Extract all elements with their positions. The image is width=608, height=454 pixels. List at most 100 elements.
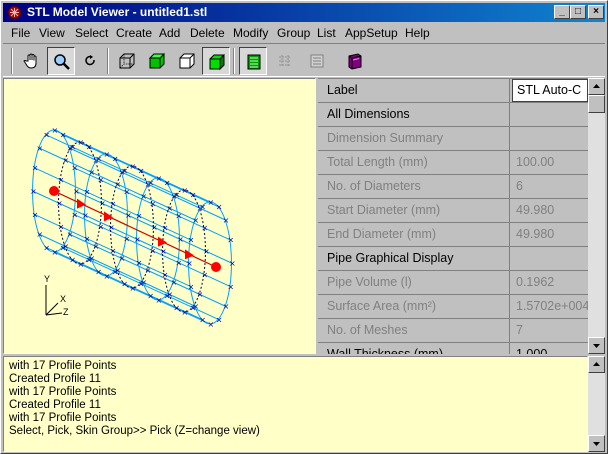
menu-select[interactable]: Select (75, 26, 108, 40)
mesh-tool-button[interactable] (271, 47, 299, 75)
property-label: Surface Area (mm²) (318, 295, 510, 318)
profile-point-marker: × (201, 270, 208, 279)
profile-point-marker: × (190, 191, 197, 200)
profile-point-marker: × (69, 143, 76, 152)
profile-point-marker: × (199, 315, 206, 324)
profile-point-marker: × (58, 176, 65, 185)
property-row[interactable]: Pipe Graphical Display (318, 247, 588, 271)
profile-point-marker: × (114, 266, 121, 275)
profile-point-marker: × (229, 259, 236, 268)
profile-point-marker: × (140, 192, 147, 201)
profile-point-marker: × (201, 224, 208, 233)
console-scrollbar[interactable] (588, 356, 605, 452)
help-book-button[interactable] (341, 47, 369, 75)
menu-help[interactable]: Help (405, 26, 430, 40)
list-tool-button[interactable] (303, 47, 331, 75)
profile-point-marker: × (192, 302, 199, 311)
property-row[interactable]: Start Diameter (mm) 49.980 (318, 199, 588, 223)
scroll-up-button[interactable] (588, 78, 605, 95)
property-value: 49.980 (516, 203, 555, 217)
property-row[interactable]: No. of Diameters 6 (318, 175, 588, 199)
property-row[interactable]: All Dimensions (318, 103, 588, 127)
profile-point-marker: × (32, 164, 39, 173)
profile-point-marker: × (71, 164, 78, 173)
profile-point-marker: × (78, 260, 85, 269)
close-button[interactable]: × (588, 5, 604, 19)
menu-create[interactable]: Create (116, 26, 152, 40)
menu-modify[interactable]: Modify (233, 26, 268, 40)
direction-arrow (104, 211, 113, 222)
rotate-tool-button[interactable] (77, 47, 105, 75)
profile-point-marker: × (95, 267, 102, 276)
profile-point-marker: × (175, 258, 182, 267)
profile-point-marker: × (208, 198, 215, 207)
output-console[interactable]: with 17 Profile Points Created Profile 1… (3, 356, 588, 452)
pan-tool-button[interactable] (18, 47, 46, 75)
property-value: 1.000 (516, 347, 548, 354)
profile-point-marker: × (52, 126, 59, 135)
property-row[interactable]: No. of Meshes 7 (318, 319, 588, 343)
profile-point-marker: × (182, 308, 189, 317)
table-view-button[interactable] (239, 47, 267, 75)
property-row[interactable]: End Diameter (mm) 49.980 (318, 223, 588, 247)
property-header-value[interactable]: STL Auto-C (512, 79, 588, 102)
property-row[interactable]: Total Length (mm) 100.00 (318, 151, 588, 175)
wireframe-view-button[interactable] (113, 47, 141, 75)
maximize-button[interactable]: □ (570, 5, 586, 19)
property-row[interactable]: Pipe Volume (l) 0.1962 (318, 271, 588, 295)
solid-view-button[interactable] (143, 47, 171, 75)
toolbar-grip (11, 48, 13, 74)
menu-add[interactable]: Add (159, 26, 180, 40)
property-value: 100.00 (516, 155, 555, 169)
profile-point-marker: × (188, 282, 195, 291)
console-line: Created Profile 11 (9, 373, 101, 385)
title-bar[interactable]: STL Model Viewer - untitled1.stl _ □ × (3, 3, 605, 22)
outline-view-button[interactable] (173, 47, 201, 75)
profile-point-marker: × (36, 144, 43, 153)
profile-point-marker: × (208, 320, 215, 329)
direction-arrow (158, 236, 167, 247)
menu-delete[interactable]: Delete (190, 26, 225, 40)
profile-point-marker: × (82, 211, 89, 220)
pipe-wireframe-model[interactable]: ××××××××××××××××××××××××××××××××××××××××… (4, 79, 315, 353)
profile-point-marker: × (171, 278, 178, 287)
property-row[interactable]: Wall Thickness (mm) 1.000 (318, 343, 588, 354)
scroll-thumb[interactable] (588, 95, 605, 113)
property-header-label: Label (318, 79, 510, 102)
profile-point-marker: × (32, 210, 39, 219)
shaded-view-button[interactable] (202, 47, 230, 75)
profile-point-marker: × (130, 284, 137, 293)
model-viewport[interactable]: × × × × × × × × × × × × × × × × × × × × × × × × × × × × × × × × × × × × × × × ×… (3, 78, 316, 354)
profile-point-marker: × (60, 131, 67, 140)
scroll-down-button[interactable] (588, 337, 605, 354)
profile-point-marker: × (93, 242, 100, 251)
profile-point-marker: × (216, 315, 223, 324)
zoom-tool-button[interactable] (47, 47, 75, 75)
property-scrollbar[interactable] (588, 78, 605, 354)
property-value (512, 127, 588, 150)
toolbar (3, 43, 605, 77)
profile-point-marker: × (43, 243, 50, 252)
property-row[interactable]: Surface Area (mm²) 1.5702e+004 (318, 295, 588, 319)
profile-point-marker: × (149, 200, 156, 209)
profile-point-marker: × (164, 179, 171, 188)
profile-point-marker: × (69, 255, 76, 264)
table-icon (247, 54, 261, 70)
profile-point-marker: × (62, 156, 69, 165)
console-scroll-up-button[interactable] (588, 356, 605, 373)
property-row[interactable]: Dimension Summary (318, 127, 588, 151)
profile-point-marker: × (177, 235, 184, 244)
property-label: Dimension Summary (318, 127, 510, 150)
console-scroll-down-button[interactable] (588, 435, 605, 452)
profile-point-marker: × (182, 186, 189, 195)
profile-point-marker: × (62, 242, 69, 251)
minimize-button[interactable]: _ (554, 5, 570, 19)
menu-view[interactable]: View (39, 26, 65, 40)
menu-file[interactable]: File (11, 26, 30, 40)
property-label: Pipe Graphical Display (318, 247, 510, 270)
wireframe-cube-icon (119, 53, 135, 69)
profile-point-marker: × (123, 188, 130, 197)
menu-list[interactable]: List (317, 26, 336, 40)
menu-appsetup[interactable]: AppSetup (345, 26, 398, 40)
menu-group[interactable]: Group (277, 26, 310, 40)
